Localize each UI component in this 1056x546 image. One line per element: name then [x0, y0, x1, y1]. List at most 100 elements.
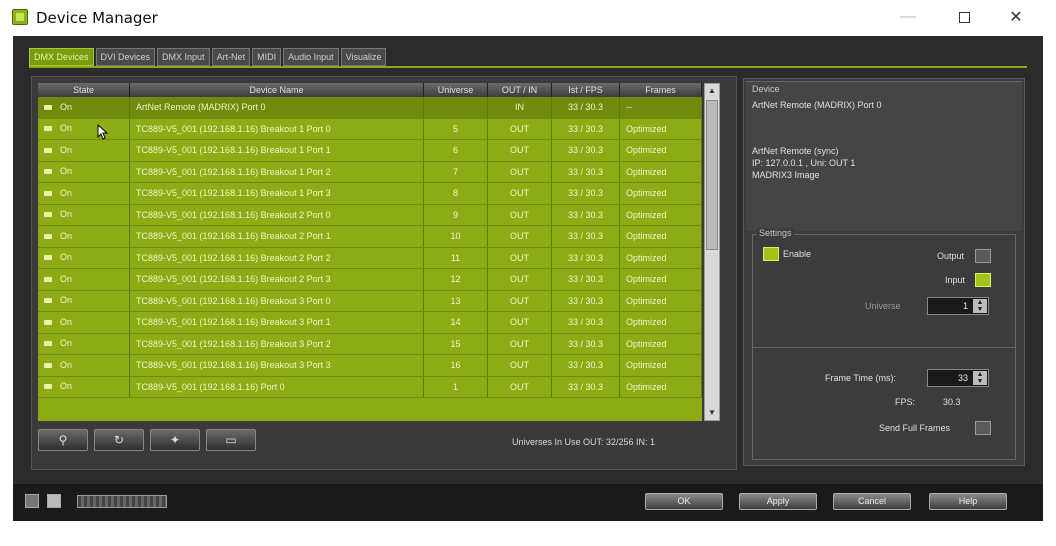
state-indicator-icon [44, 147, 52, 153]
out-in-cell: OUT [488, 183, 552, 204]
table-row[interactable]: On TC889-V5_001 (192.168.1.16) Breakout 2… [38, 269, 702, 291]
close-button[interactable]: ✕ [996, 4, 1036, 30]
minimize-button[interactable]: — [888, 4, 928, 30]
device-name-cell: TC889-V5_001 (192.168.1.16) Breakout 2 P… [130, 269, 424, 290]
header-out-in[interactable]: OUT / IN [488, 83, 552, 97]
state-cell: On [38, 161, 130, 182]
device-list-panel: State Device Name Universe OUT / IN Ist … [31, 76, 737, 470]
state-cell: On [38, 140, 130, 161]
cancel-button[interactable]: Cancel [833, 493, 911, 510]
tab-visualize[interactable]: Visualize [340, 48, 387, 66]
table-row[interactable]: On TC889-V5_001 (192.168.1.16) Breakout 3… [38, 333, 702, 355]
state-text: On [60, 316, 73, 327]
table-row[interactable]: On TC889-V5_001 (192.168.1.16) Breakout 1… [38, 140, 702, 162]
maximize-button[interactable] [944, 4, 984, 30]
tab-audio-input[interactable]: Audio Input [283, 48, 339, 66]
fps-cell: 33 / 30.3 [552, 269, 620, 290]
header-device-name[interactable]: Device Name [130, 83, 424, 97]
device-name-cell: TC889-V5_001 (192.168.1.16) Port 0 [130, 376, 424, 397]
identify-button[interactable]: ✦ [150, 429, 200, 451]
table-row[interactable]: On TC889-V5_001 (192.168.1.16) Breakout 2… [38, 247, 702, 269]
table-header: State Device Name Universe OUT / IN Ist … [38, 83, 702, 97]
tab-dmx-devices[interactable]: DMX Devices [29, 48, 94, 66]
universe-cell: 15 [424, 333, 488, 354]
table-row[interactable]: On ArtNet Remote (MADRIX) Port 0 IN 33 / 30… [38, 97, 702, 119]
universe-cell: 1 [424, 376, 488, 397]
device-manager-dialog: DMX Devices DVI Devices DMX Input Art-Ne… [13, 36, 1043, 521]
device-name-cell: TC889-V5_001 (192.168.1.16) Breakout 2 P… [130, 247, 424, 268]
save-icon[interactable] [47, 494, 61, 508]
universe-cell: 14 [424, 312, 488, 333]
apply-button[interactable]: Apply [739, 493, 817, 510]
tab-midi[interactable]: MIDI [252, 48, 282, 66]
universe-cell: 8 [424, 183, 488, 204]
universe-cell: 9 [424, 204, 488, 225]
state-indicator-icon [44, 169, 52, 175]
tab-dvi-devices[interactable]: DVI Devices [95, 48, 156, 66]
table-scrollbar[interactable]: ▲ ▼ [704, 83, 720, 421]
device-name-cell: TC889-V5_001 (192.168.1.16) Breakout 3 P… [130, 312, 424, 333]
out-in-cell: OUT [488, 204, 552, 225]
input-checkbox[interactable] [975, 273, 991, 287]
tab-art-net[interactable]: Art-Net [211, 48, 251, 66]
table-row[interactable]: On TC889-V5_001 (192.168.1.16) Breakout 1… [38, 118, 702, 140]
table-row[interactable]: On TC889-V5_001 (192.168.1.16) Breakout 3… [38, 290, 702, 312]
refresh-button[interactable]: ↻ [94, 429, 144, 451]
out-in-cell: IN [488, 97, 552, 118]
table-row[interactable]: On TC889-V5_001 (192.168.1.16) Breakout 3… [38, 355, 702, 377]
state-cell: On [38, 355, 130, 376]
table-row[interactable]: On TC889-V5_001 (192.168.1.16) Port 0 1 OUT… [38, 376, 702, 398]
spinner-arrows-icon[interactable]: ▲ ▼ [973, 371, 987, 385]
list-icon[interactable] [25, 494, 39, 508]
device-image-text: MADRIX3 Image [752, 170, 820, 180]
scroll-down-icon[interactable]: ▼ [705, 406, 719, 420]
state-text: On [60, 252, 73, 263]
universe-value: 1 [962, 301, 968, 311]
tab-dmx-input[interactable]: DMX Input [157, 48, 210, 66]
header-state[interactable]: State [38, 83, 130, 97]
refresh-icon: ↻ [113, 433, 125, 447]
state-indicator-icon [44, 319, 52, 325]
out-in-cell: OUT [488, 247, 552, 268]
frames-cell: Optimized [620, 376, 702, 397]
table-row[interactable]: On TC889-V5_001 (192.168.1.16) Breakout 1… [38, 183, 702, 205]
header-fps[interactable]: Ist / FPS [552, 83, 620, 97]
fps-cell: 33 / 30.3 [552, 247, 620, 268]
state-text: On [60, 101, 73, 112]
frames-cell: Optimized [620, 355, 702, 376]
state-indicator-icon [44, 104, 52, 110]
search-button[interactable]: ⚲ [38, 429, 88, 451]
state-indicator-icon [44, 276, 52, 282]
table-row[interactable]: On TC889-V5_001 (192.168.1.16) Breakout 2… [38, 204, 702, 226]
universe-label: Universe [865, 301, 901, 311]
out-in-cell: OUT [488, 312, 552, 333]
send-full-frames-checkbox[interactable] [975, 421, 991, 435]
help-button[interactable]: Help [929, 493, 1007, 510]
scroll-up-icon[interactable]: ▲ [705, 84, 719, 98]
output-checkbox[interactable] [975, 249, 991, 263]
state-cell: On [38, 333, 130, 354]
state-indicator-icon [44, 212, 52, 218]
table-row[interactable]: On TC889-V5_001 (192.168.1.16) Breakout 2… [38, 226, 702, 248]
state-indicator-icon [44, 298, 52, 304]
enable-checkbox[interactable] [763, 247, 779, 261]
frames-cell: Optimized [620, 333, 702, 354]
universe-cell: 10 [424, 226, 488, 247]
table-row[interactable]: On TC889-V5_001 (192.168.1.16) Breakout 3… [38, 312, 702, 334]
frame-time-spinner[interactable]: 33 ▲ ▼ [927, 369, 989, 387]
scroll-thumb[interactable] [706, 100, 718, 250]
monitor-button[interactable]: ▭ [206, 429, 256, 451]
frames-cell: Optimized [620, 204, 702, 225]
tab-bar: DMX Devices DVI Devices DMX Input Art-Ne… [29, 48, 387, 66]
universe-spinner[interactable]: 1 ▲ ▼ [927, 297, 989, 315]
table-row[interactable]: On TC889-V5_001 (192.168.1.16) Breakout 1… [38, 161, 702, 183]
ok-button[interactable]: OK [645, 493, 723, 510]
state-cell: On [38, 247, 130, 268]
header-universe[interactable]: Universe [424, 83, 488, 97]
device-name-cell: TC889-V5_001 (192.168.1.16) Breakout 1 P… [130, 183, 424, 204]
spinner-arrows-icon[interactable]: ▲ ▼ [973, 299, 987, 313]
settings-title: Settings [757, 228, 794, 238]
title-bar: Device Manager — ✕ [0, 0, 1056, 36]
status-progress-field [77, 495, 167, 508]
header-frames[interactable]: Frames [620, 83, 702, 97]
